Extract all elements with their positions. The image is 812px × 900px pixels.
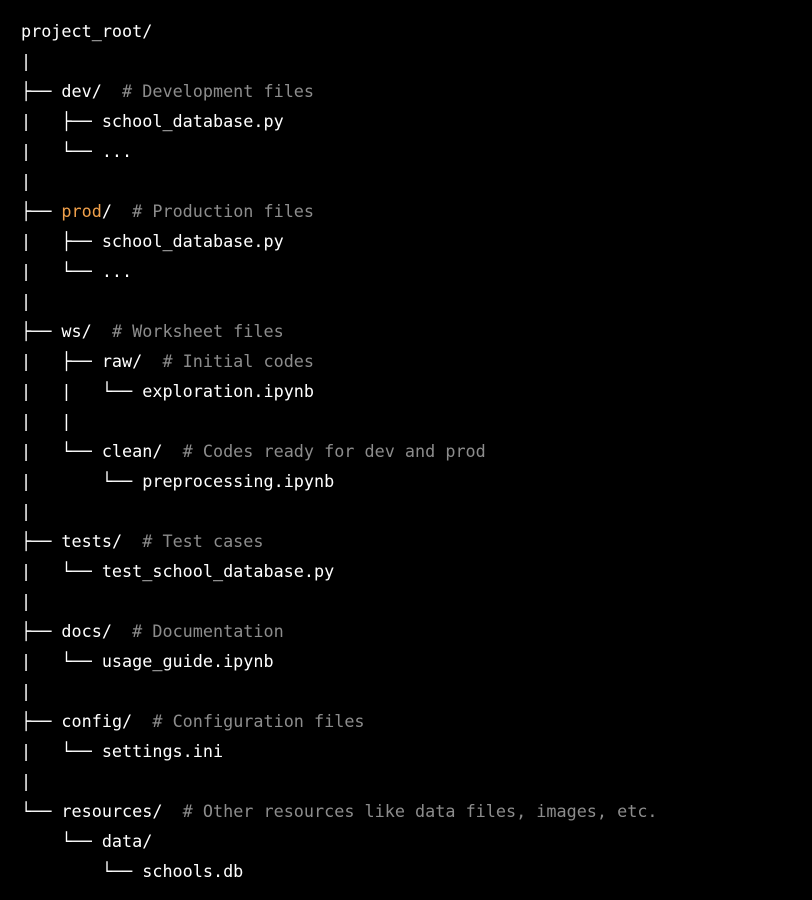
tree-branch-glyphs: | ├── <box>21 351 102 371</box>
tree-line: | <box>21 586 658 616</box>
tree-line: | | └── exploration.ipynb <box>21 376 658 406</box>
tree-line: | └── clean/ # Codes ready for dev and p… <box>21 436 658 466</box>
tree-branch-glyphs: | └── <box>21 561 102 581</box>
tree-entry-name: docs/ <box>61 621 112 641</box>
tree-branch-glyphs: | <box>21 51 32 71</box>
tree-entry-name: school_database.py <box>101 111 284 131</box>
tree-entry-name: preprocessing.ipynb <box>142 471 335 491</box>
tree-line: project_root/ <box>21 16 658 46</box>
tree-entry-name: test_school_database.py <box>101 561 335 581</box>
tree-line: | └── ... <box>21 136 658 166</box>
tree-line: | <box>21 496 658 526</box>
tree-branch-glyphs: | └── <box>21 741 102 761</box>
tree-entry-name: usage_guide.ipynb <box>101 651 274 671</box>
tree-line: | <box>21 166 658 196</box>
tree-entry-name: tests/ <box>61 531 123 551</box>
tree-branch-glyphs: ├── <box>21 81 62 101</box>
tree-entry-comment: # Development files <box>101 81 315 101</box>
tree-branch-glyphs: | <box>21 171 32 191</box>
tree-entry-comment: # Initial codes <box>142 351 315 371</box>
tree-entry-name: ... <box>101 261 133 281</box>
tree-entry-comment: # Codes ready for dev and prod <box>162 441 486 461</box>
tree-line: ├── prod/ # Production files <box>21 196 658 226</box>
tree-line: | <box>21 766 658 796</box>
tree-entry-name: settings.ini <box>101 741 224 761</box>
directory-tree-code-block: project_root/ | ├── dev/ # Development fil… <box>21 16 658 886</box>
tree-entry-name: data/ <box>101 831 153 851</box>
tree-branch-glyphs: | └── <box>21 651 102 671</box>
tree-line: └── schools.db <box>21 856 658 886</box>
tree-line: | ├── school_database.py <box>21 106 658 136</box>
tree-branch-glyphs: ├── <box>21 621 62 641</box>
tree-line: ├── tests/ # Test cases <box>21 526 658 556</box>
tree-branch-glyphs: | <box>21 291 32 311</box>
tree-entry-name: ... <box>101 141 133 161</box>
tree-entry-name: config/ <box>61 711 133 731</box>
tree-line: | ├── raw/ # Initial codes <box>21 346 658 376</box>
tree-entry-comment: # Worksheet files <box>91 321 284 341</box>
tree-entry-comment: # Test cases <box>122 531 264 551</box>
tree-branch-glyphs: | └── <box>21 141 102 161</box>
tree-branch-glyphs: ├── <box>21 321 62 341</box>
tree-entry-comment: # Documentation <box>111 621 284 641</box>
tree-branch-glyphs: └── <box>21 801 62 821</box>
tree-entry-name: resources/ <box>61 801 163 821</box>
tree-line: ├── ws/ # Worksheet files <box>21 316 658 346</box>
tree-line: | └── usage_guide.ipynb <box>21 646 658 676</box>
tree-entry-name: raw/ <box>101 351 143 371</box>
tree-line: | └── settings.ini <box>21 736 658 766</box>
tree-entry-name: school_database.py <box>101 231 284 251</box>
tree-entry-suffix: / <box>101 201 112 221</box>
tree-line: └── resources/ # Other resources like da… <box>21 796 658 826</box>
tree-entry-name: prod <box>61 201 102 221</box>
tree-branch-glyphs: | <box>21 681 32 701</box>
tree-line: | <box>21 46 658 76</box>
tree-line: └── data/ <box>21 826 658 856</box>
tree-line: | └── test_school_database.py <box>21 556 658 586</box>
tree-branch-glyphs: | | <box>21 411 72 431</box>
tree-entry-comment: # Other resources like data files, image… <box>162 801 658 821</box>
tree-entry-comment: # Configuration files <box>132 711 365 731</box>
tree-branch-glyphs: | ├── <box>21 111 102 131</box>
tree-line: | └── preprocessing.ipynb <box>21 466 658 496</box>
tree-line: | <box>21 286 658 316</box>
tree-branch-glyphs: | <box>21 771 32 791</box>
tree-branch-glyphs: | | └── <box>21 381 143 401</box>
tree-branch-glyphs: ├── <box>21 711 62 731</box>
tree-line: | └── ... <box>21 256 658 286</box>
tree-entry-name: schools.db <box>142 861 244 881</box>
tree-entry-name: clean/ <box>101 441 163 461</box>
tree-entry-name: ws/ <box>61 321 92 341</box>
tree-line: ├── docs/ # Documentation <box>21 616 658 646</box>
tree-branch-glyphs: ├── <box>21 531 62 551</box>
tree-branch-glyphs: └── <box>21 861 143 881</box>
tree-entry-name: project_root/ <box>21 21 153 41</box>
tree-entry-comment: # Production files <box>111 201 315 221</box>
tree-line: ├── dev/ # Development files <box>21 76 658 106</box>
tree-branch-glyphs: | <box>21 591 32 611</box>
tree-branch-glyphs: ├── <box>21 201 62 221</box>
tree-branch-glyphs: | └── <box>21 261 102 281</box>
tree-line: | <box>21 676 658 706</box>
tree-branch-glyphs: | ├── <box>21 231 102 251</box>
tree-line: | | <box>21 406 658 436</box>
tree-line: ├── config/ # Configuration files <box>21 706 658 736</box>
tree-branch-glyphs: └── <box>21 831 102 851</box>
tree-branch-glyphs: | └── <box>21 441 102 461</box>
tree-branch-glyphs: | <box>21 501 32 521</box>
tree-branch-glyphs: | └── <box>21 471 143 491</box>
tree-entry-name: exploration.ipynb <box>142 381 315 401</box>
tree-entry-name: dev/ <box>61 81 102 101</box>
tree-line: | ├── school_database.py <box>21 226 658 256</box>
